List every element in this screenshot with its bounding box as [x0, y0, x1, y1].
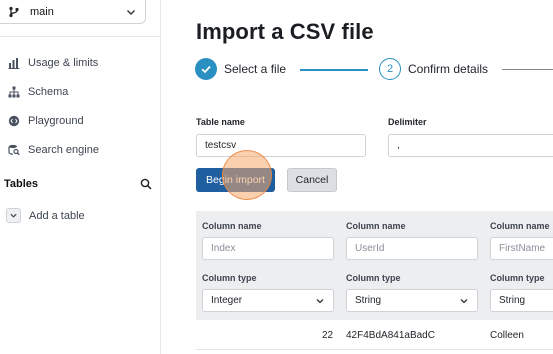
- cancel-button[interactable]: Cancel: [287, 168, 337, 192]
- table-name-input[interactable]: testcsv: [196, 134, 366, 157]
- column-name-label: Column name: [202, 221, 262, 231]
- preview-cell-index: 22: [322, 330, 334, 341]
- column-type-value: String: [499, 295, 526, 306]
- bar-chart-icon: [8, 57, 20, 69]
- delimiter-input[interactable]: ,: [388, 134, 553, 157]
- sidebar-item-label: Schema: [28, 85, 69, 98]
- step-connector: [300, 69, 368, 71]
- search-icon[interactable]: [140, 178, 152, 190]
- main-content: Import a CSV file Select a file 2 Confir…: [161, 0, 553, 354]
- sidebar-item-label: Playground: [28, 114, 84, 127]
- sidebar-nav: Usage & limits Schema Playground Search …: [0, 48, 160, 164]
- column-type-label: Column type: [346, 273, 401, 283]
- chevron-down-icon: [127, 9, 135, 15]
- column-type-select[interactable]: Integer: [202, 289, 334, 312]
- delimiter-label: Delimiter: [388, 117, 427, 127]
- branch-selector[interactable]: main: [0, 0, 146, 24]
- table-row-divider: [196, 349, 553, 350]
- chevron-down-icon: [460, 298, 468, 303]
- begin-import-button[interactable]: Begin import: [196, 168, 275, 192]
- sidebar-divider: [0, 36, 161, 37]
- column-type-label: Column type: [202, 273, 257, 283]
- sidebar-item-label: Search engine: [28, 143, 99, 156]
- column-type-select[interactable]: String: [490, 289, 553, 312]
- preview-cell-firstname: Colleen: [490, 330, 524, 341]
- chevron-down-icon: [10, 213, 17, 218]
- step-2-indicator: 2: [379, 58, 401, 80]
- sidebar: main Usage & limits Schema Playground Se…: [0, 0, 161, 354]
- tables-heading: Tables: [4, 178, 39, 190]
- schema-icon: [8, 86, 20, 97]
- check-icon: [201, 65, 211, 74]
- branch-name: main: [30, 5, 54, 18]
- column-name-input[interactable]: FirstName: [490, 237, 553, 260]
- tables-section-header: Tables: [4, 178, 152, 190]
- search-engine-icon: [8, 144, 20, 155]
- sidebar-item-label: Usage & limits: [28, 56, 99, 69]
- preview-cell-userid: 42F4BdA841aBadC: [346, 330, 435, 341]
- column-name-label: Column name: [346, 221, 406, 231]
- column-type-label: Column type: [490, 273, 545, 283]
- sidebar-item-playground[interactable]: Playground: [0, 106, 160, 135]
- sidebar-item-usage[interactable]: Usage & limits: [0, 48, 160, 77]
- add-table-toggle: [6, 208, 21, 223]
- column-type-value: String: [355, 295, 382, 306]
- step-1-label: Select a file: [224, 62, 287, 76]
- sidebar-item-schema[interactable]: Schema: [0, 77, 160, 106]
- add-table-button[interactable]: Add a table: [6, 208, 85, 223]
- column-name-label: Column name: [490, 221, 550, 231]
- playground-icon: [8, 115, 20, 126]
- branch-icon: [9, 6, 19, 17]
- table-name-label: Table name: [196, 117, 245, 127]
- step-1-indicator: [195, 58, 217, 80]
- column-type-select[interactable]: String: [346, 289, 478, 312]
- step-2-label: Confirm details: [408, 62, 489, 76]
- column-name-input[interactable]: Index: [202, 237, 334, 260]
- column-type-value: Integer: [211, 295, 243, 306]
- step-connector: [502, 69, 553, 70]
- add-table-label: Add a table: [29, 209, 85, 222]
- page-title: Import a CSV file: [196, 19, 374, 44]
- sidebar-item-search-engine[interactable]: Search engine: [0, 135, 160, 164]
- import-stepper: Select a file 2 Confirm details: [195, 57, 553, 81]
- column-name-input[interactable]: UserId: [346, 237, 478, 260]
- chevron-down-icon: [316, 298, 324, 303]
